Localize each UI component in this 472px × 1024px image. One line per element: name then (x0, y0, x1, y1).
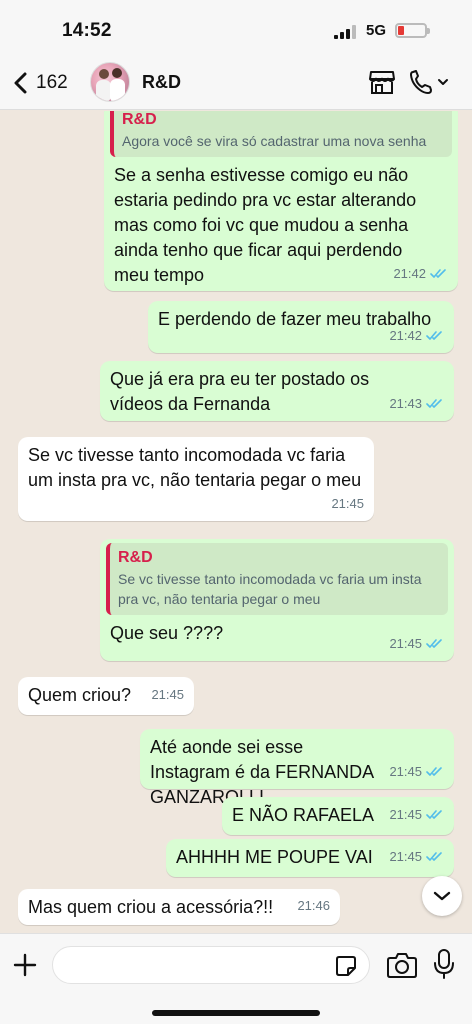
read-receipt-icon (430, 269, 446, 278)
home-indicator (152, 1010, 320, 1016)
message-bubble-outgoing[interactable]: E NÃO RAFAELA 21:45 (222, 797, 454, 835)
message-bubble-outgoing[interactable]: Que já era pra eu ter postado os vídeos … (100, 361, 454, 421)
message-text: Se vc tivesse tanto incomodada vc faria … (28, 445, 362, 490)
quoted-message[interactable]: R&D Se vc tivesse tanto incomodada vc fa… (106, 543, 448, 615)
sticker-icon[interactable] (334, 954, 358, 978)
message-time: 21:45 (151, 687, 184, 702)
message-time: 21:42 (389, 328, 422, 343)
phone-icon[interactable] (408, 68, 450, 96)
composer-bar (0, 933, 472, 1024)
message-bubble-incoming[interactable]: Se vc tivesse tanto incomodada vc faria … (18, 437, 374, 521)
chevron-left-icon (14, 72, 27, 94)
message-bubble-outgoing[interactable]: E perdendo de fazer meu trabalho 21:42 (148, 301, 454, 353)
back-button[interactable]: 162 (12, 67, 76, 99)
signal-icon (334, 25, 356, 39)
chat-header: 162 R&D (0, 56, 472, 110)
message-meta: 21:45 (389, 802, 444, 827)
quote-author: R&D (118, 549, 153, 566)
chevron-down-icon (433, 891, 451, 901)
message-meta: 21:45 (389, 631, 444, 656)
message-time: 21:45 (389, 849, 422, 864)
scroll-to-bottom-button[interactable] (422, 876, 462, 916)
message-text: Mas quem criou a acessória?!! (28, 897, 274, 917)
message-time: 21:42 (393, 266, 426, 281)
quote-text: Agora você se vira só cadastrar uma nova… (122, 133, 427, 149)
microphone-icon[interactable] (432, 948, 456, 980)
message-meta: 21:42 (389, 323, 444, 348)
unread-count: 162 (36, 72, 68, 93)
read-receipt-icon (426, 852, 442, 861)
message-list[interactable]: R&D Agora você se vira só cadastrar uma … (0, 111, 472, 933)
chat-name[interactable]: R&D (142, 72, 181, 93)
message-time: 21:45 (389, 807, 422, 822)
message-bubble-incoming[interactable]: Mas quem criou a acessória?!! 21:46 (18, 889, 340, 925)
message-meta: 21:45 (331, 491, 364, 516)
quote-text: Se vc tivesse tanto incomodada vc faria … (118, 571, 422, 607)
quoted-message[interactable]: R&D Agora você se vira só cadastrar uma … (110, 111, 452, 157)
status-bar: 14:52 5G (0, 0, 472, 56)
battery-icon (395, 23, 430, 38)
message-input[interactable] (52, 946, 370, 984)
storefront-icon[interactable] (368, 69, 396, 95)
read-receipt-icon (426, 331, 442, 340)
read-receipt-icon (426, 639, 442, 648)
message-meta: 21:42 (393, 261, 448, 286)
message-meta: 21:46 (297, 893, 330, 918)
message-bubble-outgoing[interactable]: AHHHH ME POUPE VAI 21:45 (166, 839, 454, 877)
message-meta: 21:45 (389, 759, 444, 784)
read-receipt-icon (426, 399, 442, 408)
message-bubble-outgoing[interactable]: R&D Agora você se vira só cadastrar uma … (104, 111, 458, 291)
message-time: 21:45 (331, 496, 364, 511)
message-time: 21:45 (389, 764, 422, 779)
network-label: 5G (366, 22, 387, 39)
message-meta: 21:45 (389, 844, 444, 869)
read-receipt-icon (426, 767, 442, 776)
message-time: 21:46 (297, 898, 330, 913)
camera-icon[interactable] (386, 951, 418, 979)
avatar[interactable] (90, 62, 130, 102)
message-time: 21:45 (389, 636, 422, 651)
message-bubble-incoming[interactable]: Quem criou? 21:45 (18, 677, 194, 715)
message-time: 21:43 (389, 396, 422, 411)
status-time: 14:52 (62, 20, 112, 41)
plus-icon[interactable] (10, 950, 40, 980)
message-meta: 21:45 (151, 682, 184, 707)
quote-author: R&D (122, 111, 157, 128)
read-receipt-icon (426, 810, 442, 819)
message-meta: 21:43 (389, 391, 444, 416)
message-bubble-outgoing[interactable]: Até aonde sei esse Instagram é da FERNAN… (140, 729, 454, 807)
message-bubble-outgoing[interactable]: R&D Se vc tivesse tanto incomodada vc fa… (100, 539, 454, 661)
